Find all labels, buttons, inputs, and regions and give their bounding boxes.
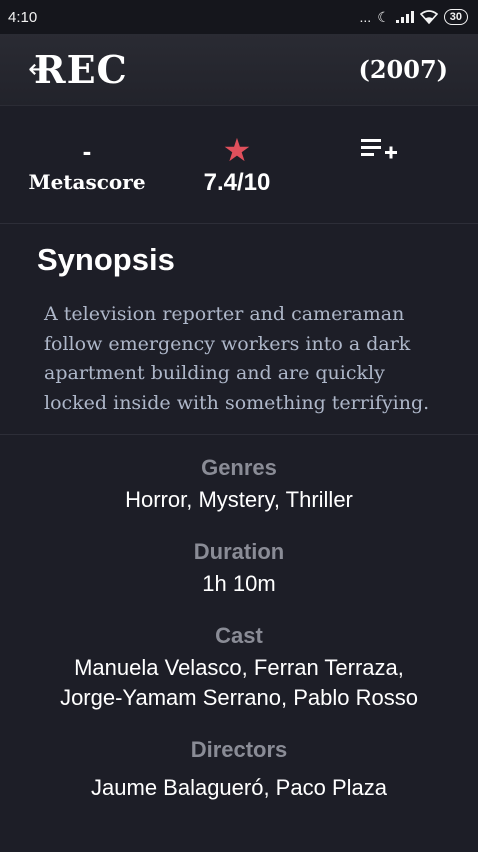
notification-dots: ... [359, 9, 372, 25]
synopsis-title: Synopsis [37, 242, 175, 277]
synopsis-section: Synopsis A television reporter and camer… [0, 224, 478, 435]
synopsis-text: A television reporter and cameraman foll… [44, 303, 430, 414]
imdb-rating-value: 7.4/10 [203, 168, 271, 196]
movie-header: ← REC (2007) [0, 34, 478, 106]
duration-block: Duration 1h 10m [0, 535, 478, 599]
imdb-rating-block: ★ 7.4/10 [157, 133, 317, 197]
back-arrow-icon[interactable]: ← [28, 54, 50, 84]
genres-value: Horror, Mystery, Thriller [125, 487, 353, 512]
add-to-list-button[interactable] [319, 106, 439, 164]
cast-block: Cast Manuela Velasco, Ferran Terraza, Jo… [0, 619, 478, 713]
movie-year: (2007) [358, 55, 448, 84]
wifi-icon [419, 10, 438, 24]
directors-block: Directors Jaume Balagueró, Paco Plaza [0, 733, 478, 803]
status-icons: ... ☾ 30 [360, 9, 468, 26]
cast-value: Manuela Velasco, Ferran Terraza, Jorge-Y… [60, 655, 418, 710]
directors-label: Directors [190, 737, 288, 762]
metascore-label: Metascore [28, 169, 146, 194]
star-icon: ★ [222, 130, 252, 169]
directors-value: Jaume Balagueró, Paco Plaza [91, 775, 387, 800]
cast-label: Cast [215, 623, 263, 648]
status-bar: 4:10 ... ☾ 30 [0, 0, 478, 34]
duration-value: 1h 10m [202, 571, 276, 596]
duration-label: Duration [193, 539, 285, 564]
genres-block: Genres Horror, Mystery, Thriller [0, 451, 478, 515]
signal-icon [395, 11, 414, 23]
moon-icon: ☾ [377, 8, 390, 25]
metascore-block: - Metascore [17, 136, 157, 194]
playlist-add-icon[interactable] [359, 136, 399, 164]
genres-label: Genres [201, 455, 277, 480]
status-time: 4:10 [8, 8, 38, 26]
metascore-value: - [82, 135, 92, 166]
battery-indicator: 30 [443, 9, 468, 25]
header-left: ← REC [28, 47, 128, 92]
ratings-row: - Metascore ★ 7.4/10 [0, 106, 478, 224]
details-section: Genres Horror, Mystery, Thriller Duratio… [0, 435, 478, 803]
